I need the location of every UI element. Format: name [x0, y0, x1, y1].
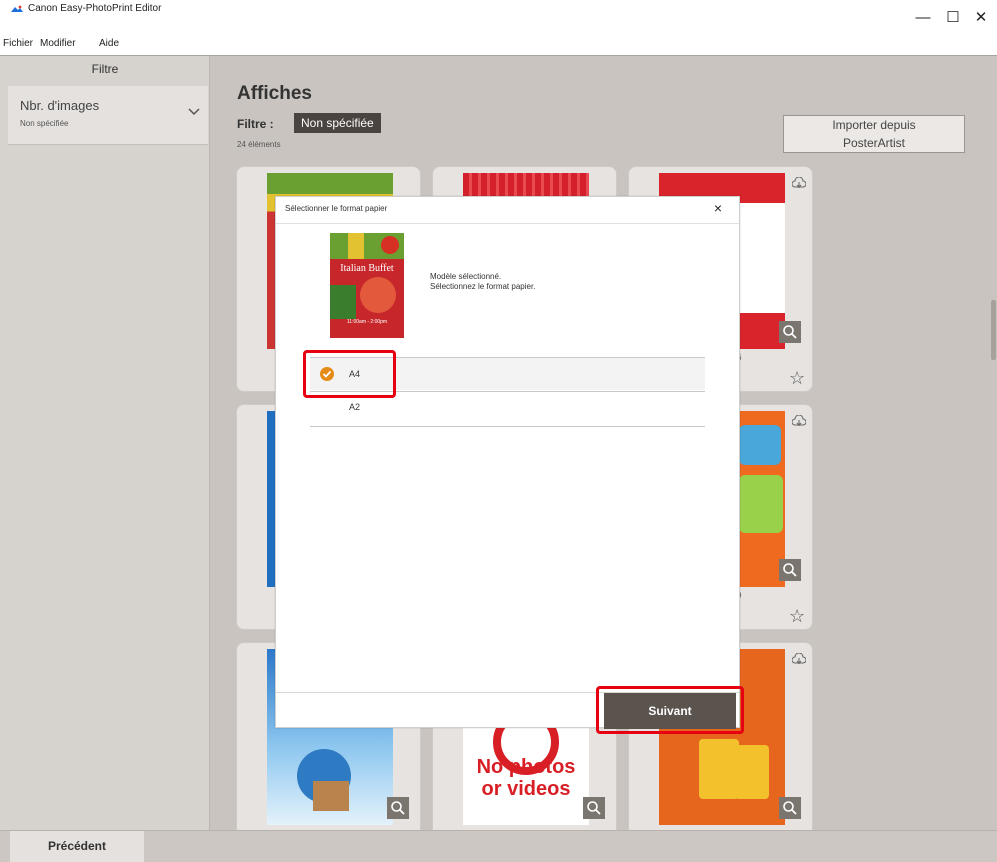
divider: [276, 223, 739, 224]
import-button-line1: Importer depuis: [832, 118, 916, 132]
window-title: Canon Easy-PhotoPrint Editor: [28, 3, 162, 14]
back-button[interactable]: Précédent: [10, 831, 144, 862]
chevron-down-icon[interactable]: [188, 108, 200, 116]
paper-size-label-a2: A2: [349, 402, 361, 412]
filter-card-label: Nbr. d'images: [20, 98, 100, 113]
app-logo-icon: [10, 5, 24, 14]
no-photos-text: No photos: [476, 756, 576, 778]
bottom-bar: [0, 830, 997, 862]
zoom-button[interactable]: [583, 797, 605, 819]
selected-template-preview: Italian Buffet 11:00am - 2:00pm: [330, 233, 404, 338]
highlight-next: [596, 686, 744, 734]
minimize-button[interactable]: —: [908, 6, 938, 30]
preview-time-text: 11:00am - 2:00pm: [346, 319, 388, 325]
magnifier-icon: [783, 563, 797, 577]
close-window-button[interactable]: ✕: [966, 6, 996, 30]
filter-label: Filtre :: [237, 117, 274, 131]
zoom-button[interactable]: [387, 797, 409, 819]
zoom-button[interactable]: [779, 559, 801, 581]
item-count: 24 éléments: [237, 140, 281, 149]
highlight-a4: [303, 350, 396, 398]
filter-badge: Non spécifiée: [294, 113, 381, 133]
message-line2: Sélectionnez le format papier.: [430, 282, 536, 291]
dialog-close-button[interactable]: ×: [707, 199, 729, 217]
import-posterartist-button[interactable]: Importer depuis PosterArtist: [783, 115, 965, 153]
filter-card-value: Non spécifiée: [20, 119, 69, 128]
maximize-button[interactable]: ☐: [938, 6, 968, 30]
divider: [310, 426, 705, 427]
scrollbar-thumb[interactable]: [991, 300, 996, 360]
sidebar: [0, 56, 210, 830]
zoom-button[interactable]: [779, 321, 801, 343]
menu-bar: Fichier Modifier Aide: [0, 36, 997, 56]
magnifier-icon: [587, 801, 601, 815]
magnifier-icon: [783, 325, 797, 339]
image-count-filter[interactable]: Nbr. d'images Non spécifiée: [8, 86, 208, 145]
menu-modifier[interactable]: Modifier: [40, 38, 76, 49]
magnifier-icon: [391, 801, 405, 815]
magnifier-icon: [783, 801, 797, 815]
favorite-star-icon[interactable]: ☆: [789, 369, 805, 387]
import-button-line2: PosterArtist: [842, 136, 905, 150]
cloud-icon: [792, 177, 806, 188]
menu-fichier[interactable]: Fichier: [3, 38, 33, 49]
dialog-title: Sélectionner le format papier: [285, 204, 388, 213]
preview-title-text: Italian Buffet: [340, 263, 394, 274]
zoom-button[interactable]: [779, 797, 801, 819]
or-videos-text: or videos: [481, 778, 571, 800]
favorite-star-icon[interactable]: ☆: [789, 607, 805, 625]
sidebar-header: Filtre: [91, 62, 119, 76]
page-title: Affiches: [237, 83, 312, 104]
menu-aide[interactable]: Aide: [99, 38, 119, 49]
message-line1: Modèle sélectionné.: [430, 272, 502, 281]
cloud-icon: [792, 415, 806, 426]
dialog-message: Modèle sélectionné. Sélectionnez le form…: [430, 272, 535, 292]
cloud-icon: [792, 653, 806, 664]
